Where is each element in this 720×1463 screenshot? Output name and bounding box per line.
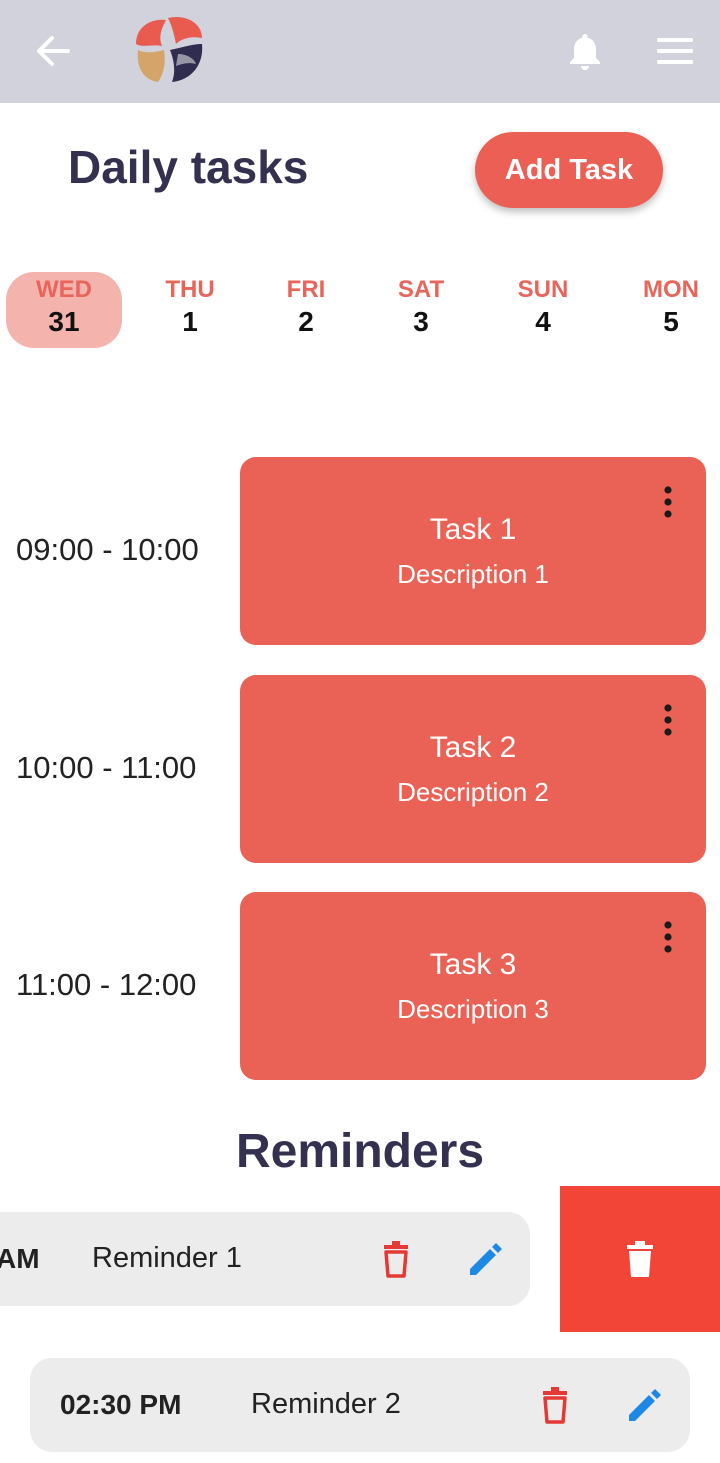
- reminder-item[interactable]: 02:30 PM Reminder 2: [30, 1358, 690, 1452]
- day-number: 3: [413, 306, 429, 337]
- day-name: SAT: [397, 276, 445, 303]
- hamburger-menu-icon[interactable]: [652, 28, 698, 74]
- day-name: MON: [643, 276, 699, 303]
- day-number: 4: [535, 306, 551, 337]
- delete-icon[interactable]: [376, 1239, 416, 1279]
- task-name: Task 1: [429, 513, 517, 546]
- back-arrow-icon[interactable]: [28, 26, 78, 76]
- more-vert-icon[interactable]: [658, 703, 678, 739]
- reminder-time: 02:30 PM: [60, 1389, 182, 1420]
- day-number: 1: [182, 306, 198, 337]
- notification-bell-icon[interactable]: [562, 26, 608, 76]
- more-vert-icon[interactable]: [658, 920, 678, 956]
- task-name: Task 2: [429, 731, 517, 764]
- edit-pencil-icon[interactable]: [625, 1385, 665, 1425]
- day-thu[interactable]: THU 1: [132, 272, 248, 348]
- reminder-label: Reminder 1: [92, 1242, 242, 1274]
- day-name: THU: [165, 276, 215, 303]
- day-sat[interactable]: SAT 3: [363, 272, 479, 348]
- day-mon[interactable]: MON 5: [613, 272, 720, 348]
- reminders-heading: Reminders: [235, 1125, 485, 1178]
- reminder-label: Reminder 2: [251, 1388, 401, 1420]
- task-card[interactable]: Task 2 Description 2: [240, 675, 706, 863]
- day-name: SUN: [517, 276, 569, 303]
- day-number: 5: [663, 306, 679, 337]
- swipe-delete-action[interactable]: [560, 1186, 720, 1332]
- day-sun[interactable]: SUN 4: [485, 272, 601, 348]
- day-name: FRI: [286, 276, 326, 303]
- task-time: 11:00 - 12:00: [16, 967, 197, 1002]
- delete-icon[interactable]: [535, 1385, 575, 1425]
- day-wed[interactable]: WED 31: [6, 272, 122, 348]
- day-number: 31: [48, 306, 80, 337]
- task-description: Description 2: [397, 777, 549, 807]
- reminder-time: AM: [0, 1243, 40, 1274]
- day-number: 2: [298, 306, 314, 337]
- edit-pencil-icon[interactable]: [466, 1239, 506, 1279]
- app-logo: [132, 14, 206, 86]
- delete-icon: [627, 1241, 653, 1277]
- day-fri[interactable]: FRI 2: [248, 272, 364, 348]
- task-name: Task 3: [429, 948, 517, 981]
- reminder-item[interactable]: AM Reminder 1: [0, 1212, 530, 1306]
- task-time: 09:00 - 10:00: [16, 532, 199, 567]
- task-description: Description 3: [397, 994, 549, 1024]
- task-card[interactable]: Task 1 Description 1: [240, 457, 706, 645]
- task-description: Description 1: [397, 559, 549, 589]
- add-task-button[interactable]: Add Task: [475, 132, 663, 208]
- page-title: Daily tasks: [68, 141, 309, 193]
- more-vert-icon[interactable]: [658, 485, 678, 521]
- day-name: WED: [36, 276, 92, 303]
- task-card[interactable]: Task 3 Description 3: [240, 892, 706, 1080]
- task-time: 10:00 - 11:00: [16, 750, 197, 785]
- top-app-bar: [0, 0, 720, 103]
